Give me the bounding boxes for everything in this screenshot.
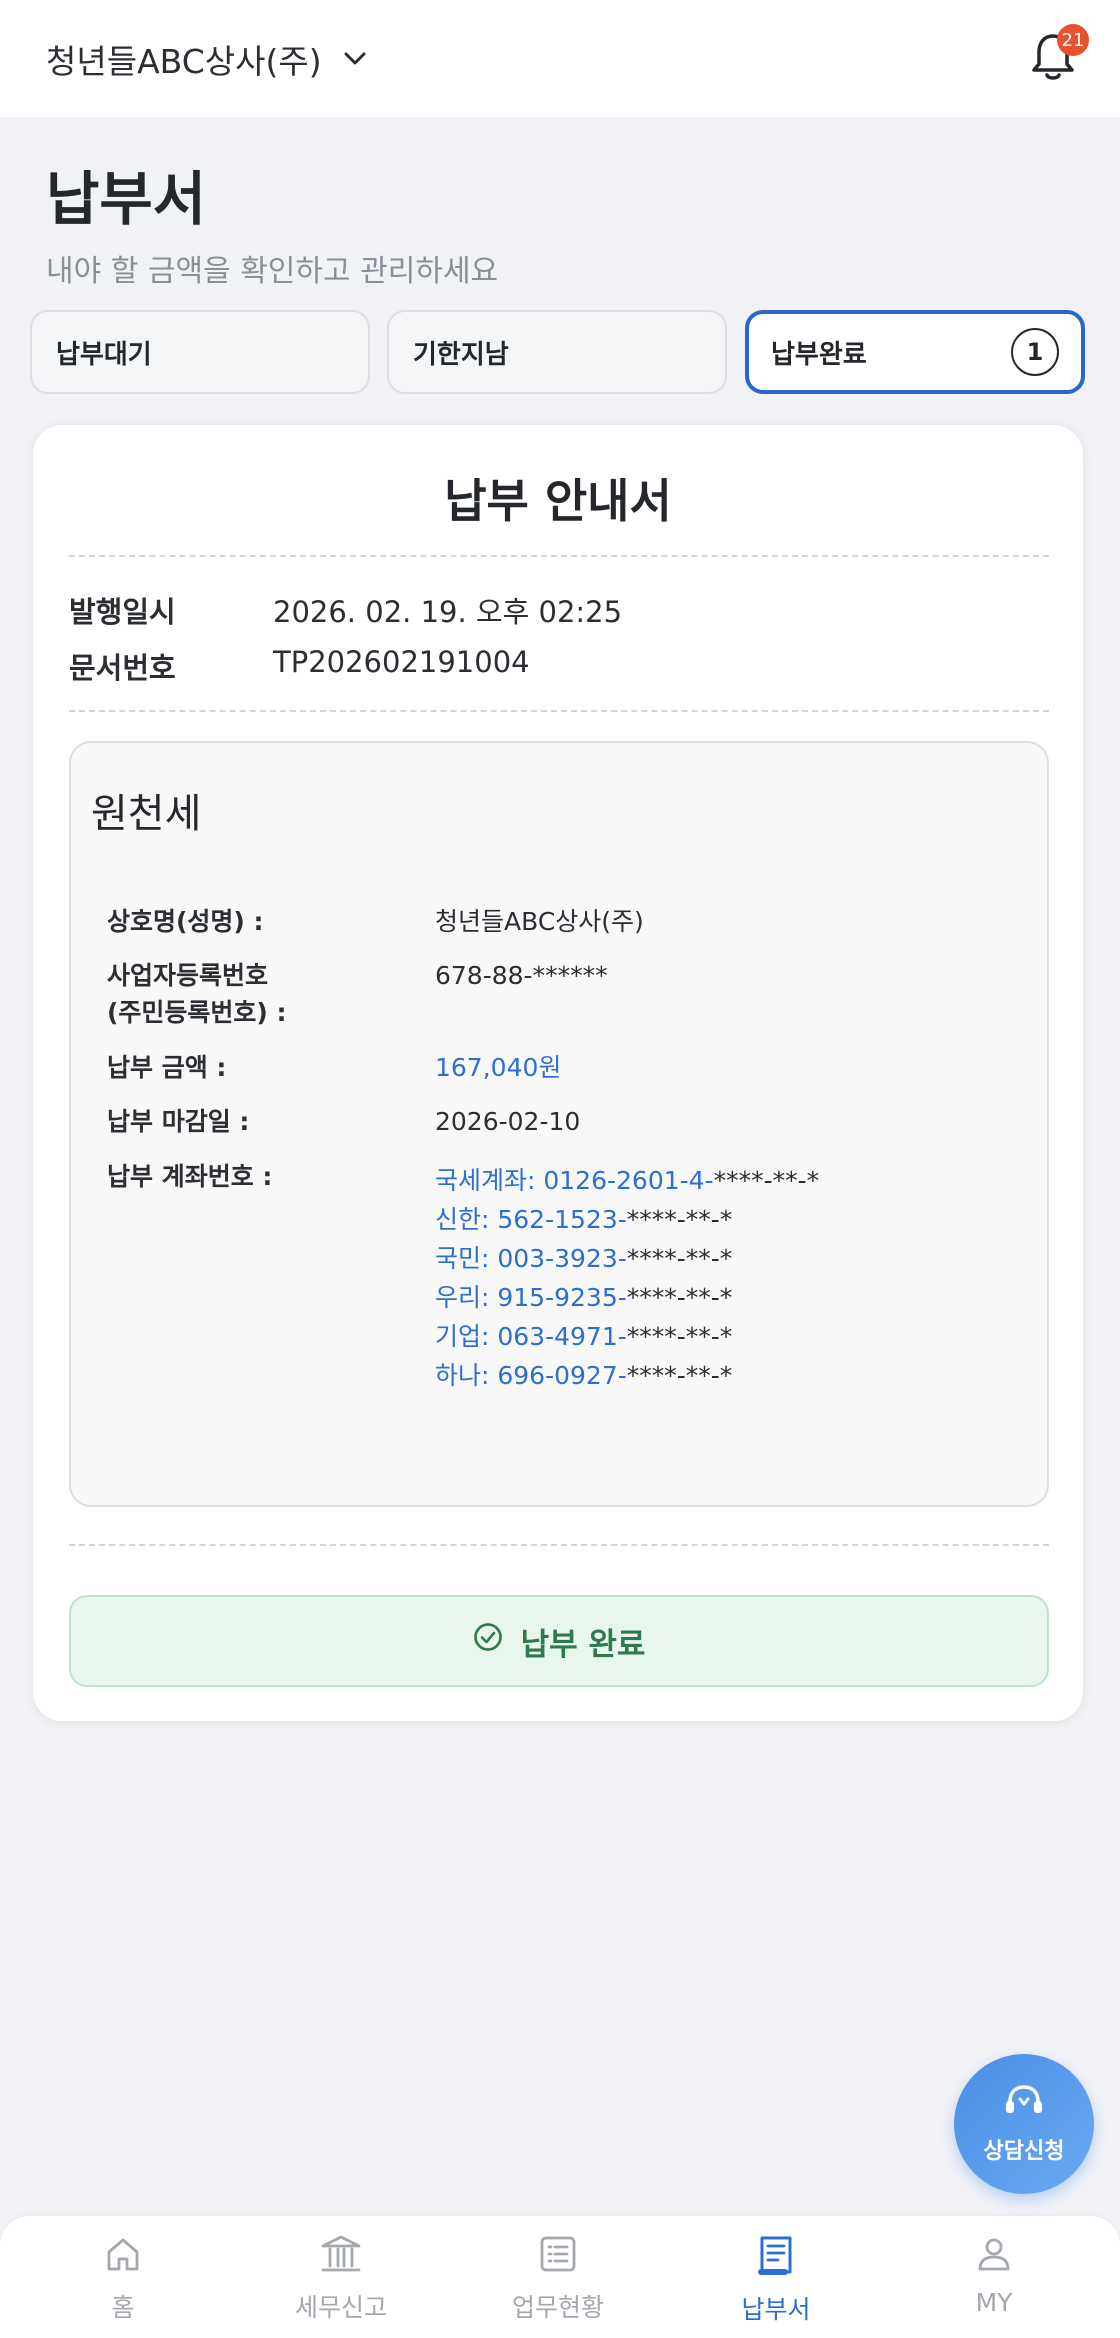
payment-complete-button[interactable]: 납부 완료 xyxy=(69,1595,1049,1687)
payment-notice-card: 납부 안내서 발행일시 2026. 02. 19. 오후 02:25 문서번호 … xyxy=(32,424,1084,1722)
account-mask: ****-**-* xyxy=(626,1283,733,1312)
bottom-navigation: 홈 세무신고 업무현황 납부서 MY xyxy=(0,2216,1120,2338)
home-icon xyxy=(103,2234,143,2280)
account-prefix: 우리: 915-9235- xyxy=(435,1283,627,1312)
nav-label: 업무현황 xyxy=(511,2293,604,2322)
company-name: 청년들ABC상사(주) xyxy=(46,42,322,81)
account-prefix: 기업: 063-4971- xyxy=(435,1322,627,1351)
nav-home[interactable]: 홈 xyxy=(43,2234,203,2324)
consult-label: 상담신청 xyxy=(983,2139,1065,2164)
account-prefix: 국민: 003-3923- xyxy=(435,1244,627,1273)
account-mask: ****-**-* xyxy=(626,1322,733,1351)
account-item[interactable]: 하나: 696-0927-****-**-* xyxy=(435,1356,819,1395)
issued-value: 2026. 02. 19. 오후 02:25 xyxy=(273,595,623,629)
account-prefix: 신한: 562-1523- xyxy=(435,1205,627,1234)
page-title: 납부서 xyxy=(46,165,207,233)
account-item[interactable]: 우리: 915-9235-****-**-* xyxy=(435,1278,819,1317)
nav-label: 납부서 xyxy=(741,2295,811,2324)
notice-title: 납부 안내서 xyxy=(444,474,672,528)
account-mask: ****-**-* xyxy=(713,1166,820,1195)
bizno-value: 678-88-****** xyxy=(435,961,608,990)
user-icon xyxy=(974,2234,1014,2280)
tab-label: 기한지남 xyxy=(413,339,509,370)
account-label: 납부 계좌번호 : xyxy=(107,1162,273,1191)
tab-overdue[interactable]: 기한지남 xyxy=(387,310,727,394)
bank-icon xyxy=(319,2234,363,2280)
account-item[interactable]: 국민: 003-3923-****-**-* xyxy=(435,1239,819,1278)
tab-label: 납부대기 xyxy=(56,339,152,370)
receipt-icon xyxy=(756,2234,796,2282)
name-value: 청년들ABC상사(주) xyxy=(435,907,644,936)
divider xyxy=(69,710,1049,712)
nav-payment-notice[interactable]: 납부서 xyxy=(696,2234,856,2326)
nav-work-status[interactable]: 업무현황 xyxy=(478,2234,638,2324)
account-mask: ****-**-* xyxy=(626,1244,733,1273)
payment-complete-label: 납부 완료 xyxy=(520,1626,646,1663)
chevron-down-icon xyxy=(344,52,366,66)
company-selector[interactable]: 청년들ABC상사(주) xyxy=(46,34,366,84)
top-bar: 청년들ABC상사(주) 21 xyxy=(0,0,1120,117)
divider xyxy=(69,555,1049,557)
check-circle-icon xyxy=(473,1622,503,1660)
nav-label: MY xyxy=(975,2288,1013,2317)
bizno-label-2: (주민등록번호) : xyxy=(107,998,287,1027)
due-value: 2026-02-10 xyxy=(435,1107,581,1136)
nav-label: 세무신고 xyxy=(294,2293,387,2322)
account-mask: ****-**-* xyxy=(626,1205,733,1234)
tab-label: 납부완료 xyxy=(771,339,867,370)
account-prefix: 국세계좌: 0126-2601-4- xyxy=(435,1166,714,1195)
account-list: 국세계좌: 0126-2601-4-****-**-* 신한: 562-1523… xyxy=(435,1161,819,1395)
amount-label: 납부 금액 : xyxy=(107,1053,227,1082)
account-prefix: 하나: 696-0927- xyxy=(435,1361,627,1390)
account-item[interactable]: 신한: 562-1523-****-**-* xyxy=(435,1200,819,1239)
name-label: 상호명(성명) : xyxy=(107,907,264,936)
account-mask: ****-**-* xyxy=(626,1361,733,1390)
bizno-label-1: 사업자등록번호 xyxy=(107,961,269,990)
consult-request-button[interactable]: 상담신청 xyxy=(954,2054,1094,2194)
account-item[interactable]: 기업: 063-4971-****-**-* xyxy=(435,1317,819,1356)
tab-pending[interactable]: 납부대기 xyxy=(30,310,370,394)
account-item[interactable]: 국세계좌: 0126-2601-4-****-**-* xyxy=(435,1161,819,1200)
amount-value: 167,040원 xyxy=(435,1053,562,1082)
page-subtitle: 내야 할 금액을 확인하고 관리하세요 xyxy=(46,254,499,289)
docno-label: 문서번호 xyxy=(69,651,176,685)
list-icon xyxy=(538,2234,578,2280)
tab-paid[interactable]: 납부완료 1 xyxy=(745,310,1085,394)
notification-badge: 21 xyxy=(1057,24,1089,56)
tax-title: 원천세 xyxy=(91,791,202,837)
docno-value: TP202602191004 xyxy=(273,645,530,679)
nav-label: 홈 xyxy=(111,2293,135,2322)
issued-label: 발행일시 xyxy=(69,595,176,629)
nav-tax-filing[interactable]: 세무신고 xyxy=(261,2234,421,2324)
tab-count-badge: 1 xyxy=(1011,328,1059,376)
due-label: 납부 마감일 : xyxy=(107,1107,250,1136)
headset-icon xyxy=(1002,2083,1046,2125)
nav-my[interactable]: MY xyxy=(914,2234,1074,2317)
tax-detail-box: 원천세 상호명(성명) : 청년들ABC상사(주) 사업자등록번호 (주민등록번… xyxy=(69,741,1049,1507)
divider xyxy=(69,1544,1049,1546)
